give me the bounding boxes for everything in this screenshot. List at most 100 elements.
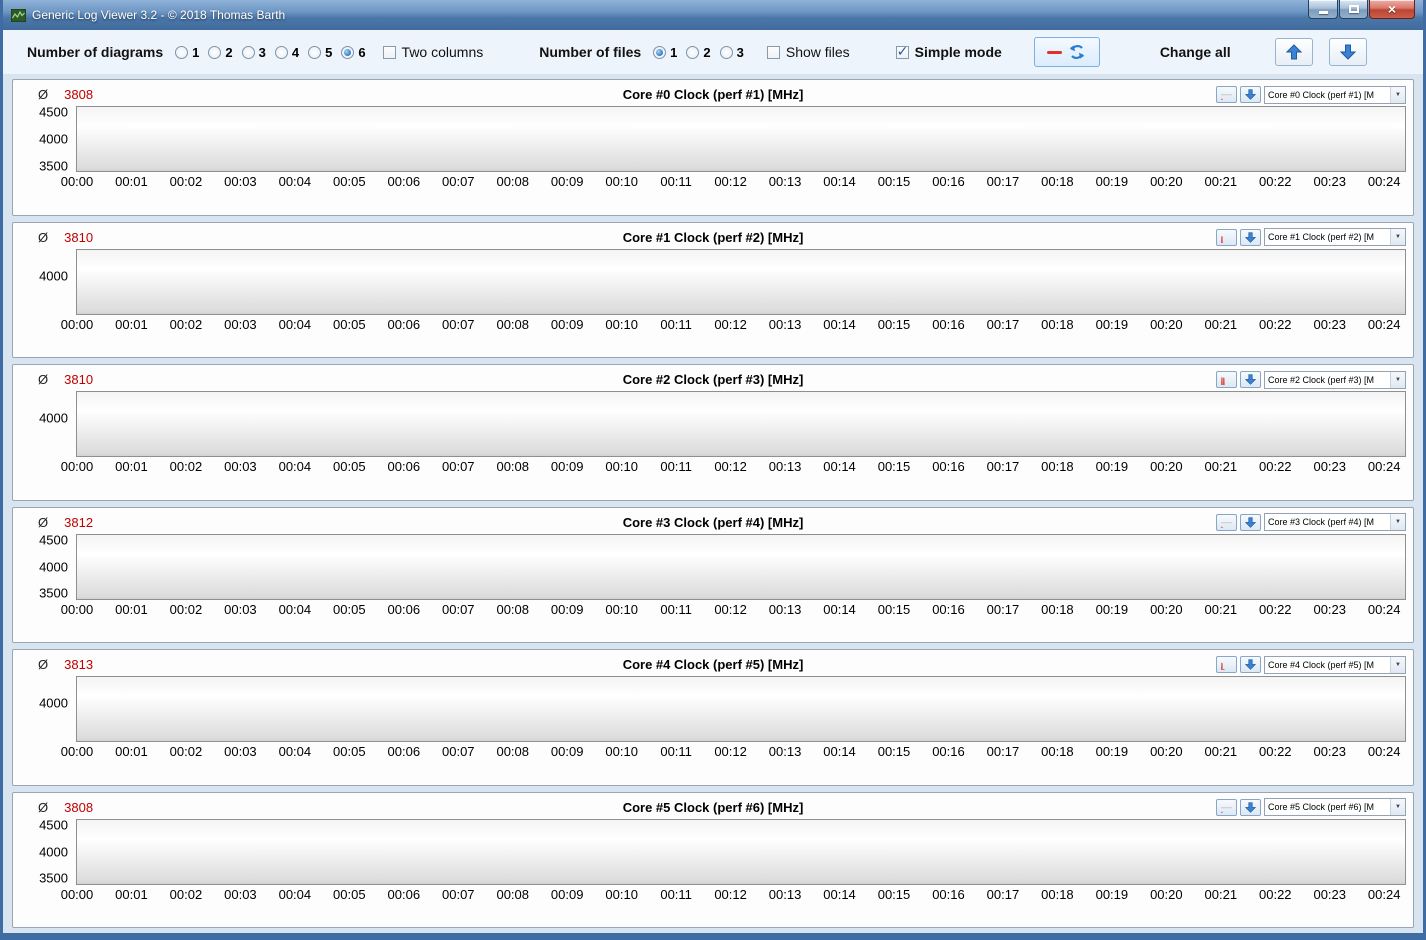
check-icon: ✓ [896,42,909,59]
x-axis-label: 00:00 [60,601,94,617]
chart-title: Core #0 Clock (perf #1) [MHz] [622,87,804,102]
x-axis-label: 00:06 [387,601,421,617]
two-columns-checkbox[interactable]: Two columns [382,44,483,60]
arrow-down-icon [1245,89,1256,100]
panel-move-up-button[interactable] [1216,513,1237,531]
radio-files-1[interactable]: 1 [653,45,677,60]
x-axis-label: 00:20 [1150,601,1183,617]
x-axis-label: 00:00 [60,174,94,189]
checkbox-icon[interactable] [382,45,396,59]
arrow-up-icon [1285,44,1302,60]
x-axis-label: 00:13 [768,886,802,902]
radio-icon[interactable] [653,45,667,59]
panel-move-up-button[interactable] [1216,86,1237,103]
change-all-up-button[interactable] [1274,38,1313,66]
x-axis-label: 00:12 [714,174,747,189]
simple-mode-checkbox[interactable]: ✓ Simple mode [895,42,1002,60]
radio-icon[interactable] [719,45,733,59]
panel-header: Ø 3810 Core #2 Clock (perf #3) [MHz] Cor… [20,368,1406,391]
x-axis-label: 00:15 [877,459,911,474]
signal-dropdown[interactable]: Core #5 Clock (perf #6) [M ▼ [1264,798,1406,816]
x-axis-label: 00:22 [1258,174,1292,189]
title-bar[interactable]: Generic Log Viewer 3.2 - © 2018 Thomas B… [3,0,1423,30]
panel-controls: Core #0 Clock (perf #1) [M ▼ [1216,85,1406,104]
x-axis-label: 00:14 [823,744,856,759]
radio-icon[interactable] [686,45,700,59]
radio-diagrams-6[interactable]: 6 [341,45,366,60]
x-axis: 00:00 00:01 00:02 00:03 00:04 00:05 00:06 00:07… [61,315,1406,335]
radio-label: 1 [670,44,678,60]
signal-dropdown[interactable]: Core #1 Clock (perf #2) [M ▼ [1264,228,1406,246]
x-axis-label: 00:15 [877,886,911,902]
y-axis-label: 4500 [39,817,68,833]
x-axis-label: 00:04 [278,174,312,189]
checkbox-icon[interactable] [766,45,780,59]
radio-icon[interactable] [274,45,288,59]
checkbox-icon[interactable]: ✓ [895,42,909,59]
panel-move-up-button[interactable] [1216,656,1237,673]
x-axis-label: 00:13 [768,601,802,617]
x-axis-label: 00:11 [660,744,692,759]
panel-move-down-button[interactable] [1240,798,1261,816]
radio-diagrams-1[interactable]: 1 [175,45,199,60]
plot-area[interactable] [76,106,1406,172]
radio-files-2[interactable]: 2 [686,45,711,60]
x-axis-label: 00:10 [605,316,638,332]
x-axis-label: 00:00 [60,316,94,332]
arrow-down-icon [1339,44,1356,60]
plot-area[interactable] [76,818,1406,885]
x-axis-label: 00:03 [224,459,257,474]
average-symbol: Ø [38,514,49,530]
panel-move-down-button[interactable] [1240,86,1261,103]
arrow-down-icon [1245,659,1256,670]
radio-diagrams-3[interactable]: 3 [241,45,266,60]
signal-dropdown[interactable]: Core #4 Clock (perf #5) [M ▼ [1264,655,1406,674]
x-axis-label: 00:15 [877,316,911,332]
number-of-diagrams-label: Number of diagrams [27,44,164,60]
x-axis-label: 00:18 [1041,174,1074,189]
maximize-button[interactable] [1339,0,1368,19]
radio-files-3[interactable]: 3 [719,45,744,60]
panel-move-down-button[interactable] [1240,371,1261,388]
signal-dropdown[interactable]: Core #0 Clock (perf #1) [M ▼ [1264,85,1406,104]
chevron-down-icon: ▼ [1390,229,1405,245]
panel-move-down-button[interactable] [1240,228,1261,246]
window-controls: × [1307,0,1415,19]
radio-diagrams-2[interactable]: 2 [208,44,233,60]
x-axis-label: 00:10 [605,886,638,902]
change-all-down-button[interactable] [1328,38,1367,66]
x-axis-label: 00:02 [169,316,203,332]
radio-icon[interactable] [341,45,355,59]
radio-label: 2 [225,44,233,60]
radio-label: 1 [192,44,200,60]
radio-icon[interactable] [241,45,255,59]
panel-move-down-button[interactable] [1240,513,1261,531]
x-axis: 00:00 00:01 00:02 00:03 00:04 00:05 00:06 00:07… [61,600,1406,620]
signal-dropdown-value: Core #2 Clock (perf #3) [M [1268,374,1375,385]
plot-area[interactable] [76,533,1406,600]
refresh-color-button[interactable] [1033,37,1100,67]
plot-area[interactable] [76,248,1406,315]
signal-dropdown[interactable]: Core #2 Clock (perf #3) [M ▼ [1264,370,1406,389]
panel-move-up-button[interactable] [1216,228,1237,246]
plot-area[interactable] [76,676,1406,742]
x-axis-label: 00:19 [1095,316,1129,332]
x-axis-label: 00:01 [115,601,148,617]
radio-diagrams-4[interactable]: 4 [274,45,299,60]
panel-move-up-button[interactable] [1216,371,1237,388]
chevron-down-icon: ▼ [1390,514,1405,530]
signal-dropdown[interactable]: Core #3 Clock (perf #4) [M ▼ [1264,513,1406,531]
show-files-checkbox[interactable]: Show files [766,44,850,60]
y-axis-label: 3500 [39,158,68,174]
radio-diagrams-5[interactable]: 5 [308,45,332,60]
x-axis-label: 00:07 [441,744,475,759]
minimize-button[interactable] [1308,0,1338,19]
panel-move-down-button[interactable] [1240,656,1261,673]
close-button[interactable]: × [1369,0,1415,19]
radio-icon[interactable] [308,45,322,59]
radio-icon[interactable] [175,45,189,59]
signal-dropdown-value: Core #5 Clock (perf #6) [M [1268,802,1375,812]
radio-icon[interactable] [208,45,222,59]
plot-area[interactable] [76,391,1406,457]
panel-move-up-button[interactable] [1216,798,1237,816]
